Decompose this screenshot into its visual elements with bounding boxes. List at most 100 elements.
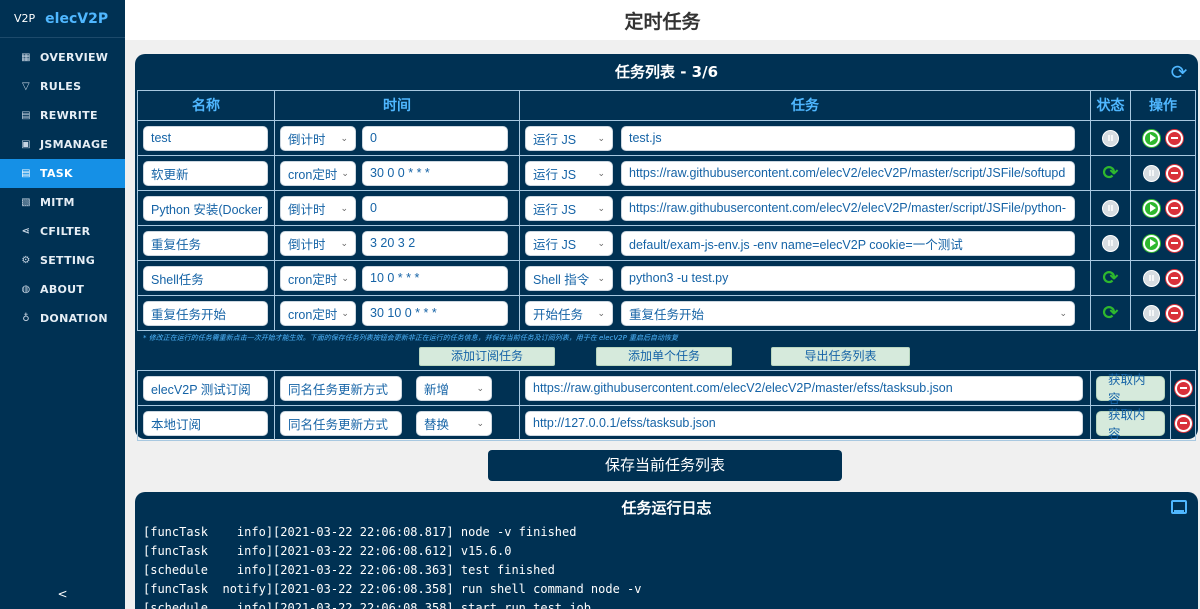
chevron-down-icon: ⌄ (597, 167, 605, 178)
pause-button[interactable]: II (1143, 304, 1160, 322)
task-name-input[interactable]: 重复任务 (143, 230, 268, 256)
delete-task-button[interactable] (1166, 304, 1183, 322)
update-action-select[interactable]: 新增 ⌄ (416, 375, 492, 401)
time-type-select[interactable]: 倒计时 ⌄ (280, 195, 356, 221)
task-time-cell: cron定时 ⌄ 10 0 * * * (274, 261, 519, 296)
sidebar-item-task[interactable]: ▤ TASK (0, 159, 125, 188)
task-name-input[interactable]: Shell任务 (143, 265, 268, 291)
task-name-input[interactable]: test (143, 125, 268, 151)
task-ops-cell (1130, 191, 1196, 226)
task-type-select[interactable]: 运行 JS ⌄ (525, 125, 613, 151)
task-type-select[interactable]: 运行 JS ⌄ (525, 230, 613, 256)
refresh-icon[interactable]: ⟳ (1168, 61, 1190, 83)
time-type-value: cron定时 (288, 307, 338, 322)
task-name-cell: 重复任务 (137, 226, 274, 261)
sidebar-item-donation[interactable]: ♁ DONATION (0, 304, 125, 333)
time-type-select[interactable]: 倒计时 ⌄ (280, 125, 356, 151)
task-type-select[interactable]: Shell 指令 ⌄ (525, 265, 613, 291)
time-value-input[interactable]: 10 0 * * * (362, 265, 508, 291)
task-ops-cell (1130, 121, 1196, 156)
sub-name-input[interactable]: 本地订阅 (143, 410, 268, 436)
task-type-select[interactable]: 运行 JS ⌄ (525, 160, 613, 186)
inbox-icon[interactable] (1171, 500, 1187, 514)
sidebar-item-rules[interactable]: ▽ RULES (0, 72, 125, 101)
task-list-title: 任务列表 - 3/6 (614, 63, 719, 81)
sub-fetch-cell: 获取内容 (1090, 371, 1170, 406)
task-name-input[interactable]: Python 安装(Docker (143, 195, 268, 221)
sub-name-input[interactable]: elecV2P 测试订阅 (143, 375, 268, 401)
about-icon: ◍ (21, 284, 31, 295)
sidebar-item-label: JSMANAGE (40, 138, 109, 151)
task-status-cell: II (1090, 191, 1130, 226)
fetch-content-button[interactable]: 获取内容 (1096, 408, 1165, 441)
add-task-button[interactable]: 添加单个任务 (596, 347, 732, 366)
paused-icon: II (1102, 199, 1119, 217)
sidebar-item-mitm[interactable]: ▧ MITM (0, 188, 125, 217)
v2p-logo: V2P (14, 12, 36, 25)
task-name-cell: test (137, 121, 274, 156)
chevron-down-icon: ⌄ (597, 132, 605, 143)
task-type-value: 运行 JS (533, 237, 577, 252)
chevron-down-icon: ⌄ (597, 237, 605, 248)
task-name-cell: Shell任务 (137, 261, 274, 296)
pause-button[interactable]: II (1143, 164, 1160, 182)
time-value-input[interactable]: 3 20 3 2 (362, 230, 508, 256)
start-button[interactable] (1143, 234, 1160, 252)
task-target-select[interactable]: 重复任务开始 ⌄ (621, 300, 1075, 326)
sidebar-item-jsmanage[interactable]: ▣ JSMANAGE (0, 130, 125, 159)
export-task-list-button[interactable]: 导出任务列表 (771, 347, 910, 366)
sidebar-item-setting[interactable]: ⚙ SETTING (0, 246, 125, 275)
start-button[interactable] (1143, 129, 1160, 147)
chevron-down-icon: ⌄ (341, 307, 349, 318)
log-line: [schedule info][2021-03-22 22:06:08.363]… (143, 563, 555, 577)
save-task-list-button[interactable]: 保存当前任务列表 (488, 450, 842, 481)
update-action-select[interactable]: 替换 ⌄ (416, 410, 492, 436)
task-status-cell: ⟳ (1090, 156, 1130, 191)
task-name-input[interactable]: 软更新 (143, 160, 268, 186)
task-target-value: 重复任务开始 (629, 307, 705, 322)
task-target-input[interactable]: https://raw.githubusercontent.com/elecV2… (621, 160, 1075, 186)
delete-task-button[interactable] (1166, 199, 1183, 217)
time-value-input[interactable]: 30 0 0 * * * (362, 160, 508, 186)
time-type-select[interactable]: cron定时 ⌄ (280, 160, 356, 186)
app-name: elecV2P (45, 10, 109, 27)
brand[interactable]: V2P elecV2P (0, 0, 125, 38)
add-subscription-button[interactable]: 添加订阅任务 (419, 347, 555, 366)
task-type-select[interactable]: 开始任务 ⌄ (525, 300, 613, 326)
collapse-sidebar-button[interactable]: < (0, 579, 125, 609)
task-target-input[interactable]: https://raw.githubusercontent.com/elecV2… (621, 195, 1075, 221)
time-type-select[interactable]: cron定时 ⌄ (280, 300, 356, 326)
delete-task-button[interactable] (1166, 164, 1183, 182)
time-type-select[interactable]: 倒计时 ⌄ (280, 230, 356, 256)
sub-url-input[interactable]: https://raw.githubusercontent.com/elecV2… (525, 375, 1083, 401)
task-target-input[interactable]: python3 -u test.py (621, 265, 1075, 291)
task-target-input[interactable]: test.js (621, 125, 1075, 151)
task-type-select[interactable]: 运行 JS ⌄ (525, 195, 613, 221)
delete-subscription-button[interactable] (1174, 379, 1192, 397)
pause-button[interactable]: II (1143, 269, 1160, 287)
sub-url-input[interactable]: http://127.0.0.1/efss/tasksub.json (525, 410, 1083, 436)
jsmanage-icon: ▣ (21, 139, 31, 150)
sidebar-item-cfilter[interactable]: ⋖ CFILTER (0, 217, 125, 246)
time-value-input[interactable]: 30 10 0 * * * (362, 300, 508, 326)
sidebar-item-label: OVERVIEW (40, 51, 109, 64)
task-log-card: 任务运行日志 [funcTask info][2021-03-22 22:06:… (135, 492, 1198, 609)
time-type-select[interactable]: cron定时 ⌄ (280, 265, 356, 291)
sidebar-item-about[interactable]: ◍ ABOUT (0, 275, 125, 304)
task-target-cell: Shell 指令 ⌄ python3 -u test.py (519, 261, 1090, 296)
time-value-input[interactable]: 0 (362, 195, 508, 221)
delete-task-button[interactable] (1166, 269, 1183, 287)
delete-task-button[interactable] (1166, 234, 1183, 252)
task-name-input[interactable]: 重复任务开始 (143, 300, 268, 326)
task-row: Shell任务 cron定时 ⌄ 10 0 * * * Shell 指令 ⌄ python3… (137, 261, 1196, 296)
sidebar-item-overview[interactable]: ▦ OVERVIEW (0, 43, 125, 72)
delete-subscription-button[interactable] (1174, 414, 1192, 432)
time-value-input[interactable]: 0 (362, 125, 508, 151)
fetch-content-button[interactable]: 获取内容 (1096, 373, 1165, 406)
task-target-input[interactable]: default/exam-js-env.js -env name=elecV2P… (621, 230, 1075, 256)
task-ops-cell: II (1130, 156, 1196, 191)
task-status-cell: II (1090, 121, 1130, 156)
delete-task-button[interactable] (1166, 129, 1183, 147)
start-button[interactable] (1143, 199, 1160, 217)
sidebar-item-rewrite[interactable]: ▤ REWRITE (0, 101, 125, 130)
